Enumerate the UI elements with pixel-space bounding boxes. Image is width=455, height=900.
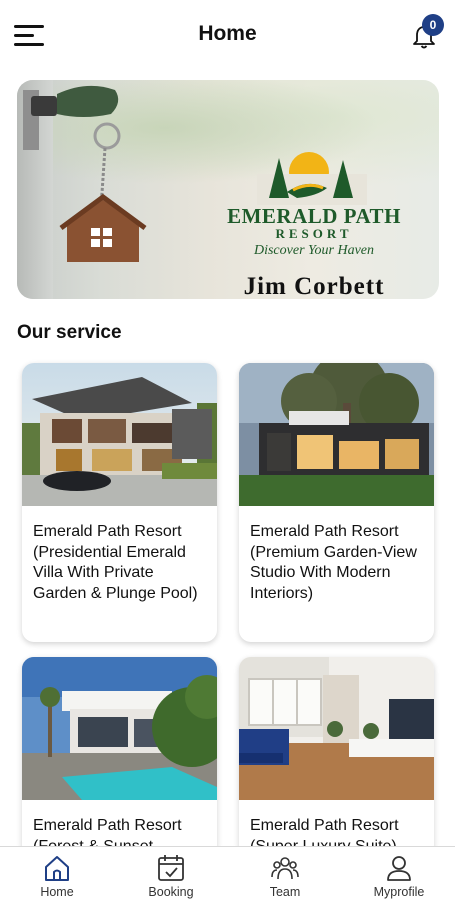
nav-item-home[interactable]: Home bbox=[12, 853, 102, 899]
user-icon bbox=[387, 856, 411, 881]
notification-button[interactable]: 0 bbox=[410, 14, 448, 52]
service-image bbox=[239, 363, 434, 506]
nav-label: Booking bbox=[148, 885, 194, 899]
service-image bbox=[239, 657, 434, 800]
service-card[interactable]: Emerald Path Resort (Premium Garden-View… bbox=[239, 363, 434, 642]
section-title: Our service bbox=[17, 322, 122, 343]
nav-label: Myprofile bbox=[373, 885, 425, 899]
house-keychain-image bbox=[23, 85, 147, 262]
notification-badge: 0 bbox=[422, 14, 444, 36]
app-header: Home 0 bbox=[0, 0, 455, 70]
resort-tagline: Discover Your Haven bbox=[253, 243, 375, 258]
team-icon bbox=[271, 857, 299, 880]
service-card[interactable]: Emerald Path Resort (Forest & Sunset bbox=[22, 657, 217, 857]
resort-logo-subtitle: RESORT bbox=[275, 226, 353, 241]
service-card[interactable]: Emerald Path Resort (Super Luxury Suite) bbox=[239, 657, 434, 857]
hero-banner[interactable]: EMERALD PATH RESORT Discover Your Haven … bbox=[17, 80, 439, 299]
service-image bbox=[22, 657, 217, 800]
resort-logo-emblem bbox=[257, 152, 367, 205]
page-title: Home bbox=[198, 22, 257, 45]
service-card[interactable]: Emerald Path Resort (Presidential Emeral… bbox=[22, 363, 217, 642]
nav-item-booking[interactable]: Booking bbox=[126, 853, 216, 899]
nav-item-team[interactable]: Team bbox=[240, 853, 330, 899]
service-title: Emerald Path Resort (Presidential Emeral… bbox=[33, 523, 198, 602]
nav-label: Team bbox=[269, 885, 301, 899]
bottom-navigation: Home Booking Team Myprofile bbox=[0, 846, 455, 900]
nav-label: Home bbox=[40, 885, 74, 899]
nav-item-myprofile[interactable]: Myprofile bbox=[354, 853, 444, 899]
calendar-check-icon bbox=[158, 855, 184, 881]
service-image bbox=[22, 363, 217, 506]
banner-location: Jim Corbett bbox=[243, 273, 385, 299]
service-title: Emerald Path Resort (Premium Garden-View… bbox=[250, 523, 417, 602]
home-icon bbox=[45, 856, 69, 881]
